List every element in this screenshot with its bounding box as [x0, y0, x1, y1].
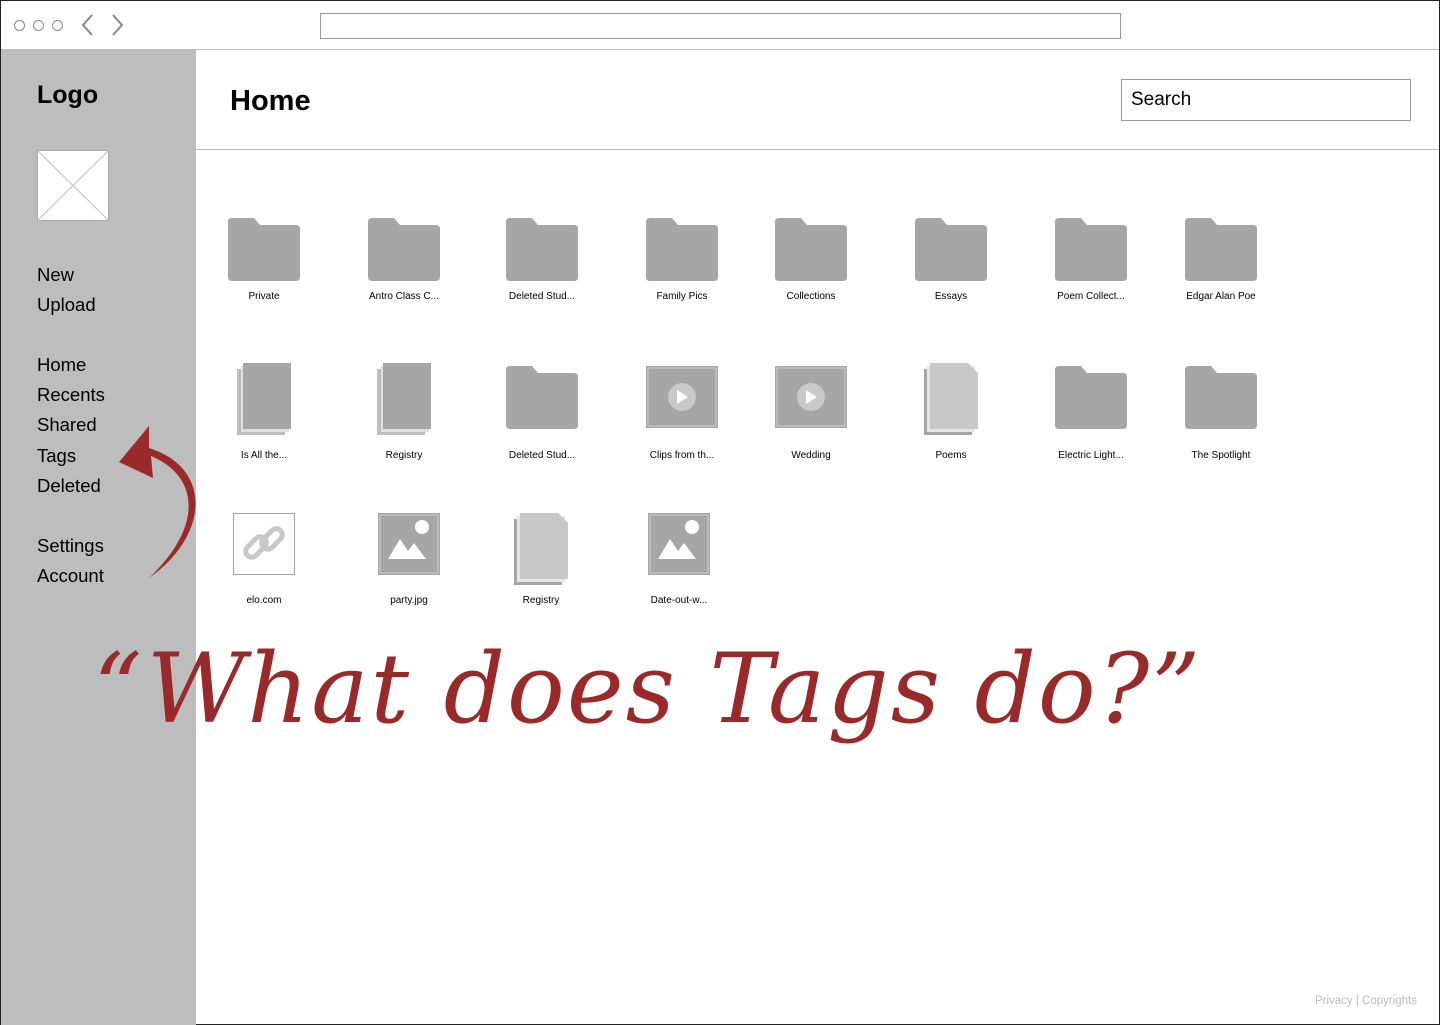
- sidebar-item-recents[interactable]: Recents: [37, 384, 105, 406]
- file-item-label: elo.com: [246, 595, 282, 606]
- folder-icon: [1185, 218, 1257, 281]
- annotation-text: “What does Tags do?”: [93, 633, 1203, 745]
- folder-icon: [775, 218, 847, 281]
- sidebar-item-account[interactable]: Account: [37, 565, 104, 587]
- file-item-label: Antro Class C...: [368, 291, 440, 302]
- page-header: Home: [196, 50, 1439, 150]
- file-item-label: Registry: [522, 595, 560, 606]
- folder-icon: [646, 218, 718, 281]
- document-stack-icon: [237, 363, 291, 435]
- file-item-label: Poems: [935, 450, 967, 461]
- file-item-label: Electric Light...: [1058, 450, 1124, 461]
- sidebar-item-upload[interactable]: Upload: [37, 294, 96, 316]
- window-maximize-dot[interactable]: [52, 20, 63, 31]
- sidebar-item-tags[interactable]: Tags: [37, 445, 76, 467]
- file-item-label: Registry: [385, 450, 423, 461]
- file-item-label: Clips from th...: [649, 450, 715, 461]
- document-icon: [514, 513, 568, 585]
- video-icon: [646, 366, 718, 428]
- video-icon: [775, 366, 847, 428]
- forward-arrow-icon[interactable]: [107, 13, 127, 37]
- sidebar-item-new[interactable]: New: [37, 264, 74, 286]
- file-item-label: The Spotlight: [1191, 450, 1251, 461]
- page-title: Home: [230, 85, 311, 117]
- file-item-label: Essays: [934, 291, 968, 302]
- folder-icon: [1055, 366, 1127, 429]
- folder-icon: [506, 218, 578, 281]
- document-icon: [924, 363, 978, 435]
- search-input[interactable]: [1121, 79, 1411, 121]
- file-item-label: Private: [248, 291, 280, 302]
- link-icon: [233, 513, 295, 575]
- image-placeholder-icon: [37, 150, 109, 221]
- file-item-label: Deleted Stud...: [508, 450, 576, 461]
- window-close-dot[interactable]: [14, 20, 25, 31]
- address-bar[interactable]: [320, 13, 1121, 39]
- file-item-label: Family Pics: [656, 291, 708, 302]
- file-item-label: Edgar Alan Poe: [1186, 291, 1256, 302]
- document-stack-icon: [377, 363, 431, 435]
- image-icon: [648, 513, 710, 575]
- folder-icon: [915, 218, 987, 281]
- sidebar-item-home[interactable]: Home: [37, 354, 86, 376]
- window-minimize-dot[interactable]: [33, 20, 44, 31]
- sidebar-item-settings[interactable]: Settings: [37, 535, 104, 557]
- browser-toolbar: [1, 1, 1439, 50]
- file-item-label: Collections: [786, 291, 836, 302]
- annotation-arrow-icon: [119, 426, 196, 578]
- file-item-label: Deleted Stud...: [508, 291, 576, 302]
- folder-icon: [1055, 218, 1127, 281]
- file-item-label: Poem Collect...: [1057, 291, 1125, 302]
- file-item-label: Wedding: [791, 450, 831, 461]
- footer-links[interactable]: Privacy | Copyrights: [1315, 995, 1417, 1007]
- app-window: Logo New Upload Home Recents Shared Tags…: [0, 0, 1440, 1025]
- sidebar-item-shared[interactable]: Shared: [37, 414, 97, 436]
- sidebar-item-deleted[interactable]: Deleted: [37, 475, 101, 497]
- file-item-label: party.jpg: [390, 595, 428, 606]
- file-item-label: Date-out-w...: [650, 595, 708, 606]
- folder-icon: [506, 366, 578, 429]
- logo: Logo: [37, 81, 99, 109]
- folder-icon: [368, 218, 440, 281]
- folder-icon: [1185, 366, 1257, 429]
- back-arrow-icon[interactable]: [78, 13, 98, 37]
- file-item-label: Is All the...: [240, 450, 288, 461]
- folder-icon: [228, 218, 300, 281]
- image-icon: [378, 513, 440, 575]
